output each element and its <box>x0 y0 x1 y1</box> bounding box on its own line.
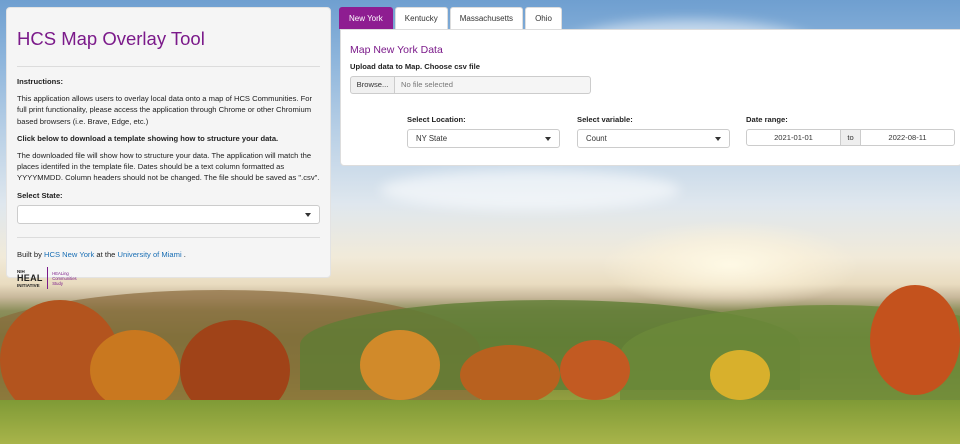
tab-massachusetts[interactable]: Massachusetts <box>449 7 524 29</box>
sidebar-panel: HCS Map Overlay Tool Instructions: This … <box>6 7 331 290</box>
location-dropdown[interactable]: NY State <box>407 129 560 148</box>
instructions-heading: Instructions: <box>17 77 63 86</box>
select-state-label: Select State: <box>17 190 63 200</box>
built-by-mid: at the <box>96 249 116 259</box>
built-by-suffix: . <box>183 249 186 259</box>
download-template-heading: Click below to download a template showi… <box>17 133 279 143</box>
built-by-line: Built by HCS New York at the University … <box>17 249 320 260</box>
hcs-new-york-link[interactable]: HCS New York <box>44 250 94 259</box>
logo-heal-text: HEAL <box>17 272 43 283</box>
date-start-input[interactable]: 2021-01-01 <box>746 129 841 146</box>
upload-label: Upload data to Map. Choose csv file <box>350 62 480 71</box>
nih-heal-logo: NIH HEAL INITIATIVE HEALing Communities … <box>17 267 320 290</box>
main-panel: Map New York Data Upload data to Map. Ch… <box>340 29 960 166</box>
location-control: Select Location: NY State <box>407 115 560 148</box>
panel-title: Map New York Data <box>350 44 443 56</box>
file-name-field[interactable]: No file selected <box>395 76 591 94</box>
tab-new-york[interactable]: New York <box>339 7 393 29</box>
date-end-input[interactable]: 2022-08-11 <box>860 129 955 146</box>
location-value: NY State <box>416 134 448 143</box>
logo-right-line2: Communities <box>52 275 77 281</box>
date-range-inputs: 2021-01-01 to 2022-08-11 <box>746 129 955 146</box>
browse-button[interactable]: Browse... <box>350 76 395 94</box>
university-of-miami-link[interactable]: University of Miami <box>118 250 182 259</box>
state-tabs: New York Kentucky Massachusetts Ohio <box>339 7 564 29</box>
divider <box>17 236 320 238</box>
date-range-label: Date range: <box>746 115 788 124</box>
logo-divider <box>46 267 49 290</box>
select-state-dropdown[interactable] <box>17 204 320 224</box>
caret-down-icon <box>715 137 721 141</box>
variable-control: Select variable: Count <box>577 115 730 148</box>
download-template-text: The downloaded file will show how to str… <box>17 151 320 183</box>
location-label: Select Location: <box>407 115 466 124</box>
caret-down-icon <box>305 212 311 217</box>
file-upload: Browse... No file selected <box>350 76 952 94</box>
caret-down-icon <box>545 137 551 141</box>
variable-label: Select variable: <box>577 115 633 124</box>
tab-kentucky[interactable]: Kentucky <box>394 7 448 29</box>
variable-dropdown[interactable]: Count <box>577 129 730 148</box>
logo-initiative-text: INITIATIVE <box>17 282 40 288</box>
date-range-separator: to <box>841 129 860 146</box>
divider <box>17 66 320 67</box>
date-range-control: Date range: 2021-01-01 to 2022-08-11 <box>746 115 955 146</box>
tab-ohio[interactable]: Ohio <box>525 7 562 29</box>
variable-value: Count <box>586 134 607 143</box>
logo-right-line3: Study <box>52 280 63 286</box>
app-title: HCS Map Overlay Tool <box>17 28 205 49</box>
instructions-text: This application allows users to overlay… <box>17 94 313 126</box>
built-by-prefix: Built by <box>17 249 42 259</box>
